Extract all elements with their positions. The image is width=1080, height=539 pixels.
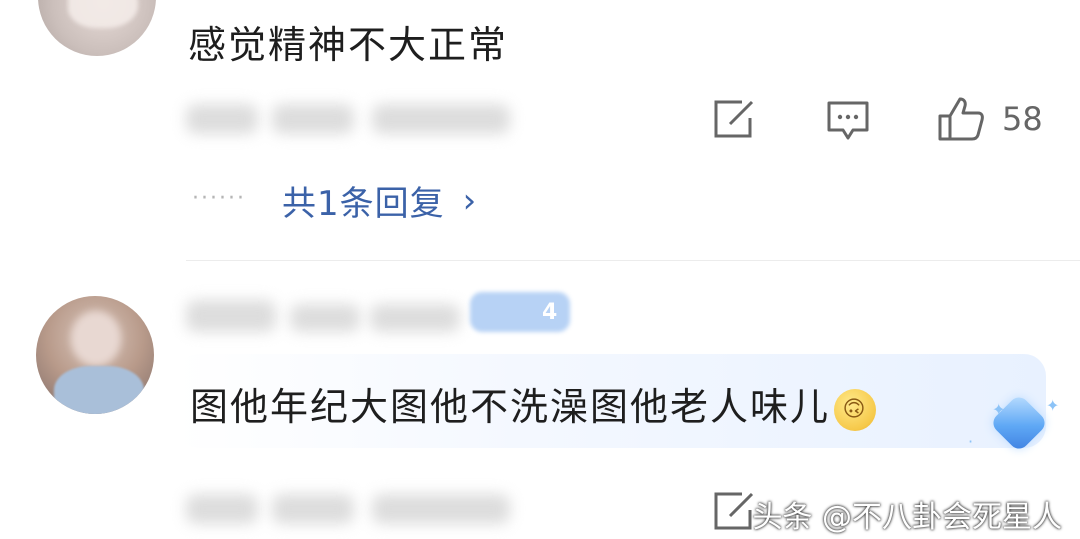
comment-meta-blurred xyxy=(186,104,258,134)
divider xyxy=(186,260,1080,261)
share-icon xyxy=(714,492,754,530)
share-button[interactable] xyxy=(712,100,756,140)
sparkle-icon: · xyxy=(968,432,974,451)
sparkle-icon: ✦ xyxy=(1046,396,1060,415)
watermark: 头条 @不八卦会死星人 xyxy=(752,500,1062,535)
reply-dots: ······ xyxy=(192,186,246,211)
comment-meta-blurred xyxy=(272,494,354,524)
upside-down-face-emoji: 🙃 xyxy=(834,388,877,431)
share-button[interactable] xyxy=(712,492,756,532)
share-icon xyxy=(714,100,754,138)
username-blurred xyxy=(370,304,460,332)
username-blurred[interactable] xyxy=(186,300,276,332)
reply-button[interactable] xyxy=(826,100,870,142)
like-button[interactable]: 58 xyxy=(936,96,1043,142)
comment-text: 感觉精神不大正常 xyxy=(188,23,509,67)
thumbs-up-icon xyxy=(938,97,984,141)
username-blurred xyxy=(290,304,360,332)
comment-text: 图他年纪大图他不洗澡图他老人味儿 🙃 xyxy=(190,376,877,431)
comment-meta-blurred xyxy=(372,494,510,524)
avatar[interactable] xyxy=(38,0,156,56)
comment-meta-blurred xyxy=(272,104,354,134)
comment-text-content: 图他年纪大图他不洗澡图他老人味儿 xyxy=(190,385,831,429)
avatar[interactable] xyxy=(36,296,154,414)
comment-icon xyxy=(827,101,869,140)
level-badge-text: 4 xyxy=(542,300,558,325)
view-replies-link[interactable]: 共1条回复 › xyxy=(282,176,476,225)
chevron-right-icon: › xyxy=(462,180,477,221)
sparkle-icon: ✦ xyxy=(992,400,1006,419)
comment-meta-blurred xyxy=(186,494,258,524)
comment-meta-blurred xyxy=(372,104,510,134)
like-count: 58 xyxy=(1002,100,1043,138)
view-replies-label: 共1条回复 xyxy=(282,184,445,224)
